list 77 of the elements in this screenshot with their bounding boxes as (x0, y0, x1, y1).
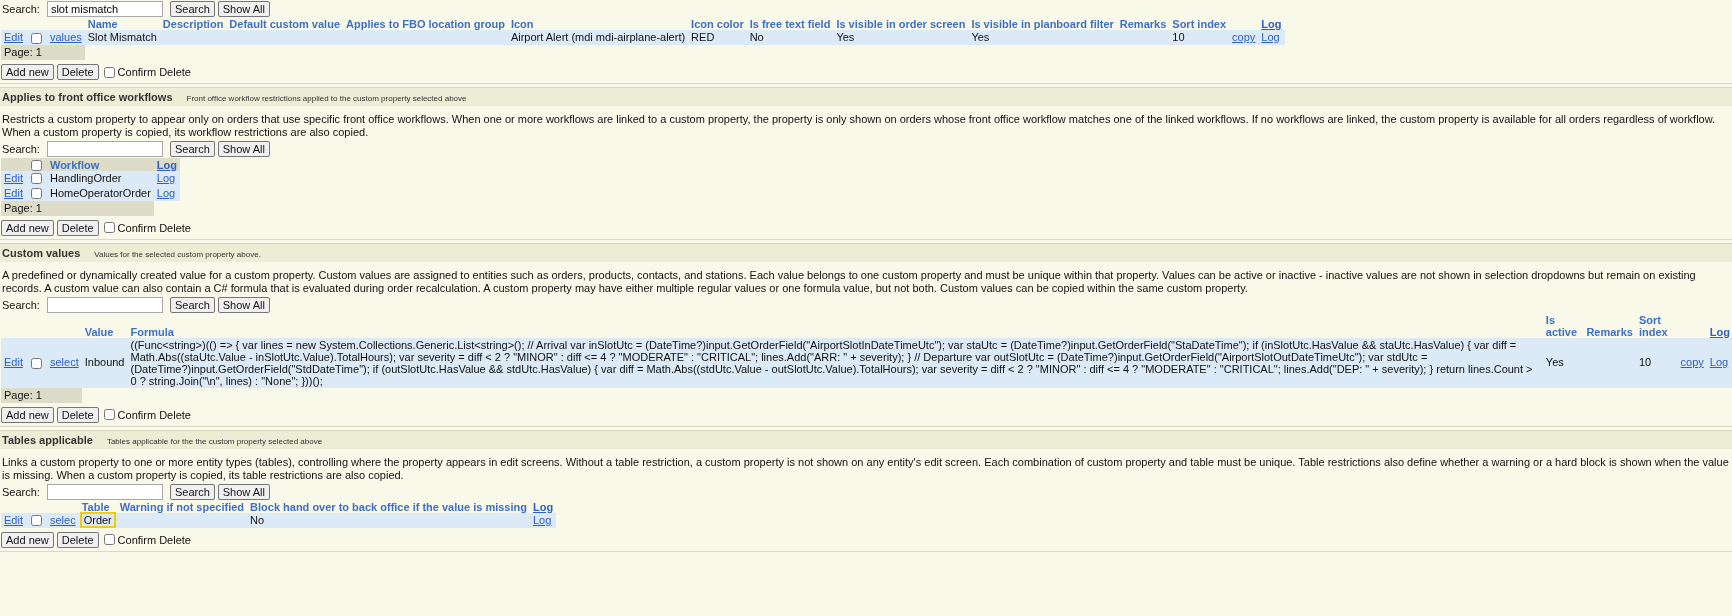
pager: Page: 1 (4, 201, 42, 214)
section-title: Applies to front office workflows (2, 91, 173, 103)
section-subtitle: Values for the selected custom property above. (94, 249, 261, 259)
column-header: Remarks (1586, 325, 1633, 338)
delete-button[interactable]: Delete (56, 531, 99, 548)
column-header: Block hand over to back office if the value is missing (250, 500, 527, 513)
search-label: Search: (2, 3, 40, 15)
table-cell: HomeOperatorOrder (49, 186, 151, 199)
search-label: Search: (2, 485, 40, 498)
row-link[interactable]: Log (1709, 356, 1729, 369)
table-cell: 10 (1638, 356, 1652, 369)
column-header: Formula (130, 325, 174, 338)
show-all-button[interactable]: Show All (217, 296, 270, 313)
pager: Page: 1 (4, 46, 42, 58)
column-header-link[interactable]: Log (1261, 18, 1282, 30)
section-title: Custom values (2, 246, 81, 259)
column-header: Warning if not specified (119, 500, 245, 513)
search-button[interactable]: Search (169, 483, 215, 500)
column-header: Remarks (1119, 18, 1167, 30)
add-new-button[interactable]: Add new (1, 406, 54, 423)
table-cell: Airport Alert (mdi mdi-airplane-alert) (510, 31, 686, 43)
column-header: Is visible in order screen (836, 18, 966, 30)
confirm-label: Confirm Delete (117, 533, 191, 546)
table-cell: RED (691, 31, 715, 43)
column-header: Default custom value (229, 18, 340, 30)
delete-button[interactable]: Delete (56, 406, 99, 423)
table-cell: Yes (836, 31, 855, 43)
column-header: Description (162, 18, 224, 30)
add-new-button[interactable]: Add new (1, 531, 54, 548)
column-header: Is active (1545, 313, 1578, 338)
section-description: Restricts a custom property to appear only on orders that use specific front office workflows. When one or more workflows are linked to a custom property, the property is only shown on orders whose front office workflow matches one of the linked workflows. If no workflows are linked, the custom property is available for all orders regardless of workflow. When a custom property is copied, its workflow restrictions are also copied. (2, 113, 1717, 139)
section-description: Links a custom property to one or more entity types (tables), controlling where the property appears in edit screens. Without a table restriction, a custom property is not shown on any entity's edit screen. Each combination of custom property and table must be unique. Table restrictions also define whether a warning or a hard block is shown when the value is missing. When a custom property is copied, its table restrictions are also copied. (2, 455, 1730, 482)
section-subtitle: Front office workflow restrictions applied to the custom property selected above (186, 94, 467, 103)
column-header: Applies to FBO location group (346, 18, 505, 30)
column-header: Sort index (1172, 18, 1227, 30)
confirm-label: Confirm Delete (117, 66, 191, 78)
table-cell: Inbound (84, 356, 125, 369)
column-header: Is free text field (749, 18, 831, 30)
confirm-label: Confirm Delete (117, 221, 191, 234)
delete-button[interactable]: Delete (56, 64, 99, 80)
table-cell: Order (81, 513, 114, 526)
table-cell: No (749, 31, 764, 43)
column-header-link[interactable]: Log (532, 500, 554, 513)
search-field[interactable]: slot mismatch (46, 1, 163, 17)
section-description: A predefined or dynamically created value for a custom property. Custom values are assigned to entities such as orders, products, contacts, and stations. Each value belongs to one custom property and must be unique within that property. Values can be active or inactive - inactive values are not shown in selection dropdowns but remain on existing records. A custom value can also contain a C# formula that is evaluated during order recalculation. A custom property may have either multiple regular values or one formula value, but not both. Custom values can be copied within the same custom property. (2, 268, 1697, 295)
search-label: Search: (2, 298, 40, 311)
table-cell: Yes (1545, 356, 1564, 369)
add-new-button[interactable]: Add new (1, 219, 54, 236)
add-new-button[interactable]: Add new (1, 64, 54, 80)
column-header: Sort index (1638, 313, 1668, 338)
column-header: Workflow (49, 158, 100, 171)
confirm-label: Confirm Delete (117, 408, 191, 421)
search-button[interactable]: Search (169, 296, 215, 313)
row-link[interactable]: Edit (4, 356, 23, 369)
table-cell: HandlingOrder (49, 171, 122, 184)
pager: Page: 1 (4, 388, 42, 401)
show-all-button[interactable]: Show All (217, 1, 270, 17)
table-cell: Slot Mismatch (87, 31, 157, 43)
search-button[interactable]: Search (169, 1, 215, 17)
column-header: Value (84, 325, 114, 338)
column-header: Is visible in planboard filter (971, 18, 1114, 30)
table-cell: Yes (971, 31, 990, 43)
column-header: Table (81, 500, 110, 513)
column-header: Icon (510, 18, 534, 30)
delete-button[interactable]: Delete (56, 219, 99, 236)
search-label: Search: (2, 143, 40, 155)
section-subtitle: Tables applicable for the the custom property selected above (106, 436, 323, 446)
table-cell: No (250, 513, 265, 526)
column-header: Name (87, 18, 118, 30)
table-cell: 10 (1172, 31, 1185, 43)
search-button[interactable]: Search (169, 141, 215, 157)
column-header: Icon color (691, 18, 744, 30)
show-all-button[interactable]: Show All (217, 483, 270, 500)
section-title: Tables applicable (2, 433, 93, 446)
show-all-button[interactable]: Show All (217, 141, 270, 157)
table-cell: ((Func<string>)(() => { var lines = new System.Collections.Generic.List<string>(); // Arrival var inSlotUtc = (DateTime?)input.GetOrderField("AirportSlotInDateTimeUtc"); var staUtc = (DateTime?)input.GetOrderField("StaDateTime"); if (inSlotUtc.HasValue && staUtc.HasValue) { var diff = Math.Abs((staUtc.Value - inSlotUtc.Value).TotalHours); var severity = diff < 2 ? "MINOR" : diff <= 4 ? "MODERATE" : "CRITICAL"; lines.Add("ARR: " + severity); } // Departure var outSlotUtc = (DateTime?)input.GetOrderField("AirportSlotOutDateTimeUtc"); var stdUtc = (DateTime?)input.GetOrderField("StdDateTime"); if (outSlotUtc.HasValue && stdUtc.HasValue) { var diff = Math.Abs((stdUtc.Value - outSlotUtc.Value).TotalHours); var severity = diff < 2 ? "MINOR" : diff <= 4 ? "MODERATE" : "CRITICAL"; lines.Add("DEP: " + severity); } return lines.Count > 0 ? string.Join("\n", lines) : "None"; }))(); (130, 338, 1533, 387)
column-header-link[interactable]: Log (1709, 325, 1730, 338)
